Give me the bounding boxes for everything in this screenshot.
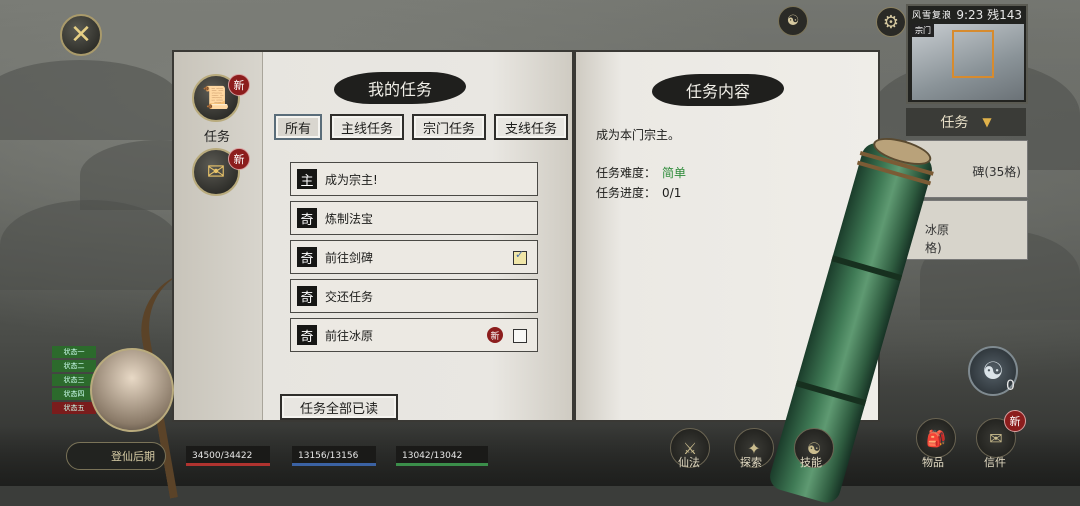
mail-label: 信件 xyxy=(984,456,1006,469)
task-detail-title-text: 任务内容 xyxy=(685,82,750,101)
close-icon: ✕ xyxy=(70,20,92,50)
task-name: 前往冰原 xyxy=(325,329,374,343)
quest-tracker-label: 任务 xyxy=(940,115,969,131)
mark-all-read-label: 任务全部已读 xyxy=(299,401,378,417)
realm-label: 登仙后期 xyxy=(111,450,155,463)
status-tag: 状态一 xyxy=(52,346,96,358)
gear-icon: ⚙ xyxy=(882,11,900,33)
close-button[interactable]: ✕ xyxy=(60,14,102,56)
new-badge: 新 xyxy=(1004,410,1026,432)
mp-value: 13156/13156 xyxy=(298,451,359,461)
filter-sect-label: 宗门任务 xyxy=(422,121,475,137)
people-icon: ☯ xyxy=(786,13,800,29)
minimap-time: 9:23 残143 xyxy=(956,8,1022,22)
hud-label: 探索 xyxy=(740,456,762,469)
task-track-checkbox[interactable] xyxy=(513,248,527,265)
task-type-badge: 奇 xyxy=(297,247,317,267)
hud-label: 技能 xyxy=(800,456,822,469)
status-tag: 状态五 xyxy=(52,402,96,414)
quest-category-label: 任务 xyxy=(204,130,231,145)
minimap[interactable]: 风雪复浪 9:23 残143 宗门 xyxy=(906,4,1028,104)
task-difficulty-value: 简单 xyxy=(662,166,687,180)
task-name: 前往剑碑 xyxy=(325,251,374,265)
quest-tracker-tab[interactable]: 任务 ▼ xyxy=(906,108,1026,136)
letter-icon: ✉ xyxy=(206,159,226,185)
mark-all-read-button[interactable]: 任务全部已读 xyxy=(280,394,398,420)
filter-all-label: 所有 xyxy=(284,121,311,137)
minimap-zone-marker xyxy=(952,30,994,78)
status-tag: 状态二 xyxy=(52,360,96,372)
minimap-title: 风雪复浪 xyxy=(912,11,953,21)
filter-main-tab[interactable]: 主线任务 xyxy=(330,114,404,140)
task-row[interactable]: 奇 炼制法宝 xyxy=(290,201,538,235)
player-avatar[interactable] xyxy=(90,348,174,432)
task-type-badge: 主 xyxy=(297,169,317,189)
task-row[interactable]: 奇 交还任务 xyxy=(290,279,538,313)
task-name: 成为宗主! xyxy=(325,173,378,187)
task-progress: 任务进度： 0/1 xyxy=(596,184,681,201)
chevron-down-icon: ▼ xyxy=(982,115,992,129)
sect-icon-button[interactable]: ☯ xyxy=(778,6,808,36)
hp-value: 34500/34422 xyxy=(192,451,253,461)
hp-bar: 34500/34422 xyxy=(186,446,270,466)
yin-yang-icon: ☯ xyxy=(982,357,1004,385)
task-row[interactable]: 奇 前往冰原 新 xyxy=(290,318,538,352)
quest-tracker-text: 碑(35格) xyxy=(972,165,1021,179)
new-badge: 新 xyxy=(487,327,503,343)
task-progress-value: 0/1 xyxy=(662,186,682,200)
task-difficulty: 任务难度： 简单 xyxy=(596,164,686,181)
filter-sect-tab[interactable]: 宗门任务 xyxy=(412,114,486,140)
items-button[interactable]: 🎒 xyxy=(916,418,956,458)
mail-icon: ✉ xyxy=(989,428,1003,448)
mp-bar: 13156/13156 xyxy=(292,446,376,466)
filter-all-tab[interactable]: 所有 xyxy=(274,114,322,140)
status-tags: 状态一 状态二 状态三 状态四 状态五 xyxy=(52,346,96,416)
filter-side-label: 支线任务 xyxy=(504,121,557,137)
task-type-badge: 奇 xyxy=(297,208,317,228)
task-row[interactable]: 主 成为宗主! xyxy=(290,162,538,196)
quest-tracker-text-2: 冰原 xyxy=(925,223,950,237)
minimap-label: 宗门 xyxy=(912,24,934,37)
settings-button[interactable]: ⚙ xyxy=(876,7,906,37)
my-tasks-title: 我的任务 xyxy=(334,72,466,104)
new-badge: 新 xyxy=(228,74,250,96)
my-tasks-title-text: 我的任务 xyxy=(367,80,432,99)
new-badge: 新 xyxy=(228,148,250,170)
task-track-checkbox[interactable] xyxy=(513,329,527,343)
quest-tracker-card-2[interactable]: 冰原 格) xyxy=(906,200,1028,260)
task-book-panel: 📜 新 任务 ✉ 新 我的任务 所有 主线任务 宗门任务 支线任务 主 成为宗主… xyxy=(172,50,880,422)
task-name: 交还任务 xyxy=(325,290,374,304)
sp-bar: 13042/13042 xyxy=(396,446,488,466)
filter-main-label: 主线任务 xyxy=(340,121,393,137)
bag-icon: 🎒 xyxy=(926,428,946,448)
task-row[interactable]: 奇 前往剑碑 xyxy=(290,240,538,274)
realm-button[interactable]: 登仙后期 xyxy=(66,442,166,470)
quest-tracker-text-3: 格) xyxy=(925,241,942,255)
scroll-icon: 📜 xyxy=(202,85,230,111)
task-difficulty-label: 任务难度： xyxy=(596,166,657,180)
items-label: 物品 xyxy=(922,456,944,469)
filter-side-tab[interactable]: 支线任务 xyxy=(494,114,568,140)
task-type-badge: 奇 xyxy=(297,286,317,306)
sp-value: 13042/13042 xyxy=(402,451,463,461)
task-list-page: 📜 新 任务 ✉ 新 我的任务 所有 主线任务 宗门任务 支线任务 主 成为宗主… xyxy=(172,50,574,422)
task-progress-label: 任务进度： xyxy=(596,186,657,200)
task-name: 炼制法宝 xyxy=(325,212,374,226)
task-description: 成为本门宗主。 xyxy=(596,128,681,142)
cultivation-count: 0 xyxy=(1006,378,1015,394)
hud-label: 仙法 xyxy=(678,456,700,469)
task-detail-title: 任务内容 xyxy=(652,74,784,106)
task-type-badge: 奇 xyxy=(297,325,317,345)
